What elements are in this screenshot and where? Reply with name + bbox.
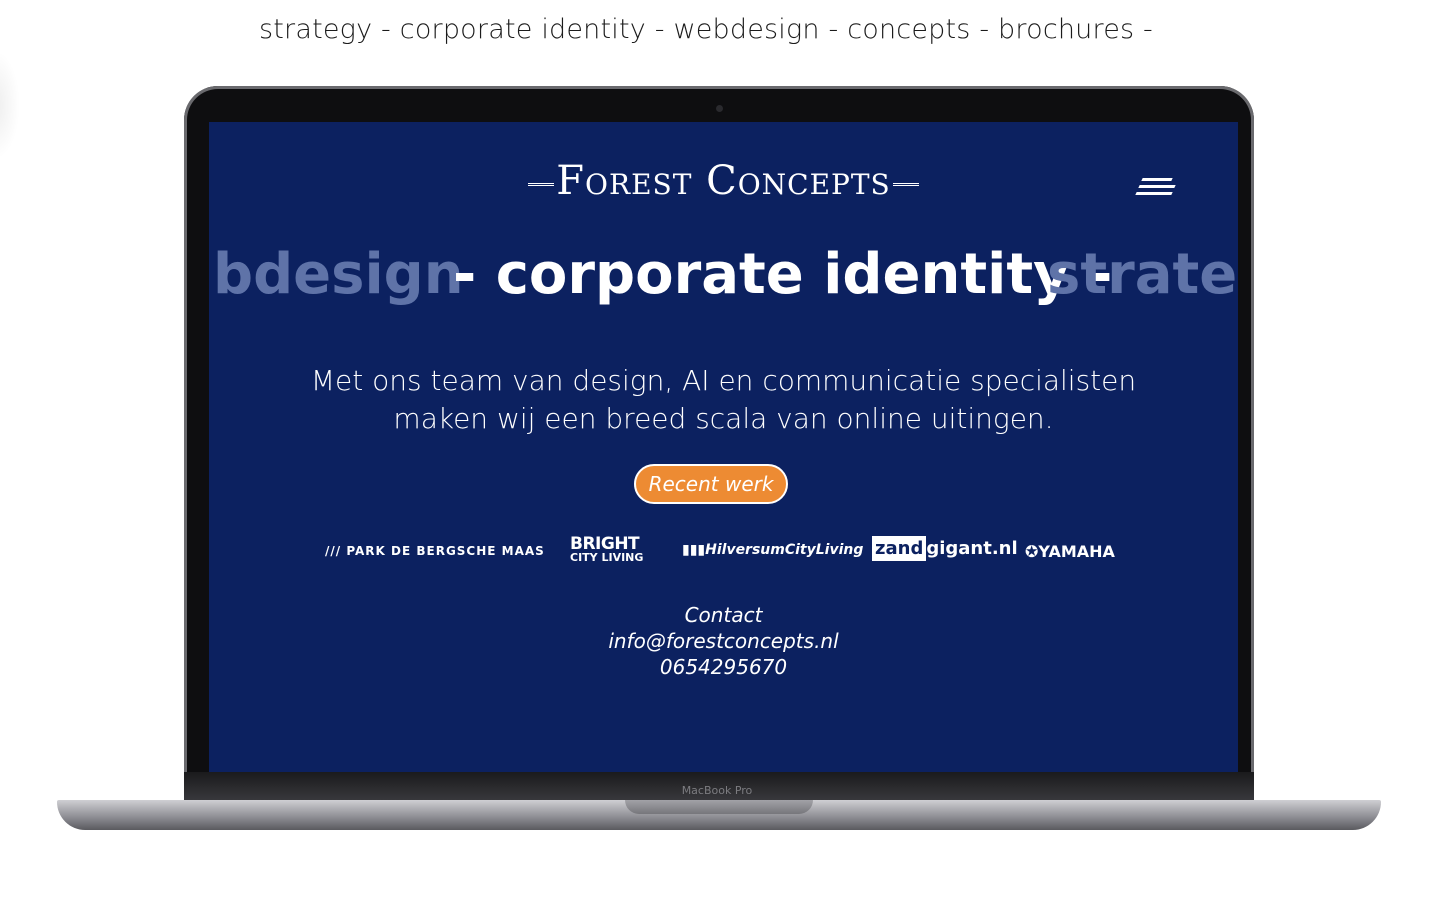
contact-block: Contact info@forestconcepts.nl 065429567… [209, 602, 1238, 680]
marquee-item-left: bdesign [213, 242, 464, 307]
contact-email-link[interactable]: info@forestconcepts.nl [209, 628, 1238, 654]
decorative-shadow [0, 50, 20, 160]
client-logo-zandgigant: zand gigant.nl [872, 536, 1018, 561]
brand-name: Forest Concepts [556, 158, 891, 204]
hilversum-label: HilversumCityLiving [705, 542, 864, 558]
hamburger-bar [1141, 178, 1173, 181]
marquee-item-right: strateg [1047, 242, 1238, 307]
bars-icon: ▮▮▮ [682, 542, 706, 558]
marquee-item-center: - corporate identity - [453, 242, 1113, 307]
hamburger-bar [1138, 185, 1176, 188]
client-logo-bright-city-living: BRIGHT CITY LIVING [570, 536, 644, 565]
laptop-notch [625, 800, 813, 814]
hamburger-bar [1135, 192, 1173, 195]
yamaha-emblem-icon: ✪ [1025, 542, 1039, 561]
client-logos: /// PARK DE BERGSCHE MAAS BRIGHT CITY LI… [209, 532, 1238, 572]
intro-text: Met ons team van design, AI en communica… [209, 362, 1238, 438]
contact-heading: Contact [684, 603, 763, 627]
recent-work-button[interactable]: Recent werk [634, 464, 788, 504]
yamaha-label: YAMAHA [1038, 542, 1115, 561]
intro-line-2: maken wij een breed scala van online uit… [393, 402, 1054, 435]
logo-line-right [892, 182, 919, 186]
device-label: MacBook Pro [681, 784, 753, 797]
services-marquee: bdesign - corporate identity - strateg [209, 242, 1238, 322]
client-logo-yamaha: ✪YAMAHA [1025, 542, 1115, 561]
zand-rest: gigant.nl [926, 538, 1018, 559]
logo-line-left [528, 182, 555, 186]
client-logo-hilversum-city-living: ▮▮▮HilversumCityLiving [682, 542, 863, 558]
services-tagline: strategy - corporate identity - webdesig… [258, 14, 1153, 45]
webcam [716, 105, 723, 112]
zand-box: zand [872, 536, 927, 561]
intro-line-1: Met ons team van design, AI en communica… [310, 364, 1137, 397]
laptop-screen: Forest Concepts bdesign - corporate iden… [209, 122, 1238, 772]
bright-bottom: CITY LIVING [570, 551, 644, 564]
hamburger-icon[interactable] [1135, 178, 1176, 196]
client-logo-park-de-bergsche-maas: /// PARK DE BERGSCHE MAAS [325, 544, 545, 558]
contact-phone-link[interactable]: 0654295670 [209, 654, 1238, 680]
brand-logo[interactable]: Forest Concepts [209, 158, 1238, 204]
